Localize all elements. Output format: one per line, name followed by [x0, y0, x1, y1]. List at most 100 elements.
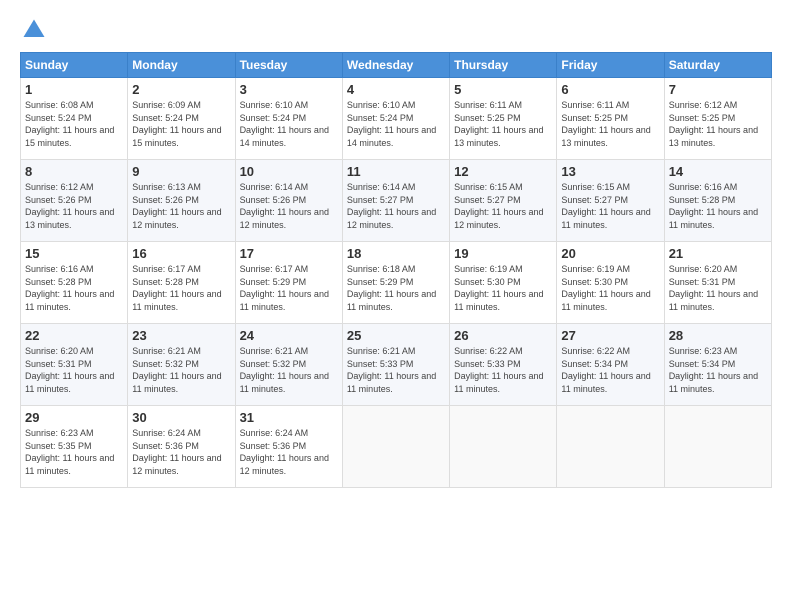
day-cell: 21 Sunrise: 6:20 AM Sunset: 5:31 PM Dayl… — [664, 242, 771, 324]
day-cell — [342, 406, 449, 488]
day-number: 28 — [669, 328, 767, 343]
day-number: 13 — [561, 164, 659, 179]
day-cell: 17 Sunrise: 6:17 AM Sunset: 5:29 PM Dayl… — [235, 242, 342, 324]
day-cell: 22 Sunrise: 6:20 AM Sunset: 5:31 PM Dayl… — [21, 324, 128, 406]
day-cell: 13 Sunrise: 6:15 AM Sunset: 5:27 PM Dayl… — [557, 160, 664, 242]
day-info: Sunrise: 6:12 AM Sunset: 5:25 PM Dayligh… — [669, 99, 767, 149]
day-number: 6 — [561, 82, 659, 97]
day-info: Sunrise: 6:14 AM Sunset: 5:26 PM Dayligh… — [240, 181, 338, 231]
day-cell: 20 Sunrise: 6:19 AM Sunset: 5:30 PM Dayl… — [557, 242, 664, 324]
week-row-4: 22 Sunrise: 6:20 AM Sunset: 5:31 PM Dayl… — [21, 324, 772, 406]
day-info: Sunrise: 6:19 AM Sunset: 5:30 PM Dayligh… — [454, 263, 552, 313]
day-cell — [664, 406, 771, 488]
day-number: 18 — [347, 246, 445, 261]
day-info: Sunrise: 6:21 AM Sunset: 5:33 PM Dayligh… — [347, 345, 445, 395]
day-cell: 14 Sunrise: 6:16 AM Sunset: 5:28 PM Dayl… — [664, 160, 771, 242]
header-cell-thursday: Thursday — [450, 53, 557, 78]
day-number: 5 — [454, 82, 552, 97]
day-number: 12 — [454, 164, 552, 179]
day-number: 10 — [240, 164, 338, 179]
day-info: Sunrise: 6:23 AM Sunset: 5:34 PM Dayligh… — [669, 345, 767, 395]
day-number: 26 — [454, 328, 552, 343]
logo — [20, 16, 50, 44]
header-cell-friday: Friday — [557, 53, 664, 78]
day-cell: 26 Sunrise: 6:22 AM Sunset: 5:33 PM Dayl… — [450, 324, 557, 406]
day-info: Sunrise: 6:16 AM Sunset: 5:28 PM Dayligh… — [25, 263, 123, 313]
day-info: Sunrise: 6:22 AM Sunset: 5:33 PM Dayligh… — [454, 345, 552, 395]
day-cell: 31 Sunrise: 6:24 AM Sunset: 5:36 PM Dayl… — [235, 406, 342, 488]
day-number: 4 — [347, 82, 445, 97]
day-info: Sunrise: 6:10 AM Sunset: 5:24 PM Dayligh… — [240, 99, 338, 149]
header-cell-sunday: Sunday — [21, 53, 128, 78]
header-cell-wednesday: Wednesday — [342, 53, 449, 78]
day-info: Sunrise: 6:15 AM Sunset: 5:27 PM Dayligh… — [561, 181, 659, 231]
day-info: Sunrise: 6:16 AM Sunset: 5:28 PM Dayligh… — [669, 181, 767, 231]
day-number: 21 — [669, 246, 767, 261]
day-number: 27 — [561, 328, 659, 343]
header-cell-tuesday: Tuesday — [235, 53, 342, 78]
week-row-2: 8 Sunrise: 6:12 AM Sunset: 5:26 PM Dayli… — [21, 160, 772, 242]
header — [20, 16, 772, 44]
day-cell: 8 Sunrise: 6:12 AM Sunset: 5:26 PM Dayli… — [21, 160, 128, 242]
day-cell: 23 Sunrise: 6:21 AM Sunset: 5:32 PM Dayl… — [128, 324, 235, 406]
day-number: 14 — [669, 164, 767, 179]
header-row: SundayMondayTuesdayWednesdayThursdayFrid… — [21, 53, 772, 78]
day-info: Sunrise: 6:22 AM Sunset: 5:34 PM Dayligh… — [561, 345, 659, 395]
day-cell: 4 Sunrise: 6:10 AM Sunset: 5:24 PM Dayli… — [342, 78, 449, 160]
day-info: Sunrise: 6:15 AM Sunset: 5:27 PM Dayligh… — [454, 181, 552, 231]
day-number: 31 — [240, 410, 338, 425]
day-info: Sunrise: 6:09 AM Sunset: 5:24 PM Dayligh… — [132, 99, 230, 149]
day-cell: 5 Sunrise: 6:11 AM Sunset: 5:25 PM Dayli… — [450, 78, 557, 160]
week-row-3: 15 Sunrise: 6:16 AM Sunset: 5:28 PM Dayl… — [21, 242, 772, 324]
day-info: Sunrise: 6:24 AM Sunset: 5:36 PM Dayligh… — [132, 427, 230, 477]
header-cell-monday: Monday — [128, 53, 235, 78]
day-number: 15 — [25, 246, 123, 261]
day-number: 16 — [132, 246, 230, 261]
day-info: Sunrise: 6:24 AM Sunset: 5:36 PM Dayligh… — [240, 427, 338, 477]
day-number: 3 — [240, 82, 338, 97]
day-info: Sunrise: 6:17 AM Sunset: 5:28 PM Dayligh… — [132, 263, 230, 313]
day-number: 23 — [132, 328, 230, 343]
day-number: 2 — [132, 82, 230, 97]
day-cell: 16 Sunrise: 6:17 AM Sunset: 5:28 PM Dayl… — [128, 242, 235, 324]
day-number: 7 — [669, 82, 767, 97]
day-cell: 19 Sunrise: 6:19 AM Sunset: 5:30 PM Dayl… — [450, 242, 557, 324]
calendar-table: SundayMondayTuesdayWednesdayThursdayFrid… — [20, 52, 772, 488]
header-cell-saturday: Saturday — [664, 53, 771, 78]
day-info: Sunrise: 6:13 AM Sunset: 5:26 PM Dayligh… — [132, 181, 230, 231]
day-cell: 25 Sunrise: 6:21 AM Sunset: 5:33 PM Dayl… — [342, 324, 449, 406]
day-cell: 30 Sunrise: 6:24 AM Sunset: 5:36 PM Dayl… — [128, 406, 235, 488]
day-cell: 10 Sunrise: 6:14 AM Sunset: 5:26 PM Dayl… — [235, 160, 342, 242]
day-cell: 27 Sunrise: 6:22 AM Sunset: 5:34 PM Dayl… — [557, 324, 664, 406]
day-info: Sunrise: 6:19 AM Sunset: 5:30 PM Dayligh… — [561, 263, 659, 313]
day-cell: 18 Sunrise: 6:18 AM Sunset: 5:29 PM Dayl… — [342, 242, 449, 324]
week-row-5: 29 Sunrise: 6:23 AM Sunset: 5:35 PM Dayl… — [21, 406, 772, 488]
day-info: Sunrise: 6:08 AM Sunset: 5:24 PM Dayligh… — [25, 99, 123, 149]
day-info: Sunrise: 6:12 AM Sunset: 5:26 PM Dayligh… — [25, 181, 123, 231]
day-cell: 2 Sunrise: 6:09 AM Sunset: 5:24 PM Dayli… — [128, 78, 235, 160]
page: SundayMondayTuesdayWednesdayThursdayFrid… — [0, 0, 792, 612]
day-number: 29 — [25, 410, 123, 425]
day-info: Sunrise: 6:20 AM Sunset: 5:31 PM Dayligh… — [25, 345, 123, 395]
day-info: Sunrise: 6:10 AM Sunset: 5:24 PM Dayligh… — [347, 99, 445, 149]
day-number: 17 — [240, 246, 338, 261]
day-cell: 29 Sunrise: 6:23 AM Sunset: 5:35 PM Dayl… — [21, 406, 128, 488]
day-number: 11 — [347, 164, 445, 179]
day-info: Sunrise: 6:20 AM Sunset: 5:31 PM Dayligh… — [669, 263, 767, 313]
day-cell: 7 Sunrise: 6:12 AM Sunset: 5:25 PM Dayli… — [664, 78, 771, 160]
day-cell: 11 Sunrise: 6:14 AM Sunset: 5:27 PM Dayl… — [342, 160, 449, 242]
day-number: 9 — [132, 164, 230, 179]
day-cell: 12 Sunrise: 6:15 AM Sunset: 5:27 PM Dayl… — [450, 160, 557, 242]
day-cell: 15 Sunrise: 6:16 AM Sunset: 5:28 PM Dayl… — [21, 242, 128, 324]
day-number: 1 — [25, 82, 123, 97]
day-cell: 9 Sunrise: 6:13 AM Sunset: 5:26 PM Dayli… — [128, 160, 235, 242]
day-info: Sunrise: 6:11 AM Sunset: 5:25 PM Dayligh… — [561, 99, 659, 149]
day-number: 22 — [25, 328, 123, 343]
day-number: 24 — [240, 328, 338, 343]
day-number: 8 — [25, 164, 123, 179]
day-cell: 6 Sunrise: 6:11 AM Sunset: 5:25 PM Dayli… — [557, 78, 664, 160]
day-info: Sunrise: 6:11 AM Sunset: 5:25 PM Dayligh… — [454, 99, 552, 149]
day-cell — [450, 406, 557, 488]
week-row-1: 1 Sunrise: 6:08 AM Sunset: 5:24 PM Dayli… — [21, 78, 772, 160]
day-number: 19 — [454, 246, 552, 261]
